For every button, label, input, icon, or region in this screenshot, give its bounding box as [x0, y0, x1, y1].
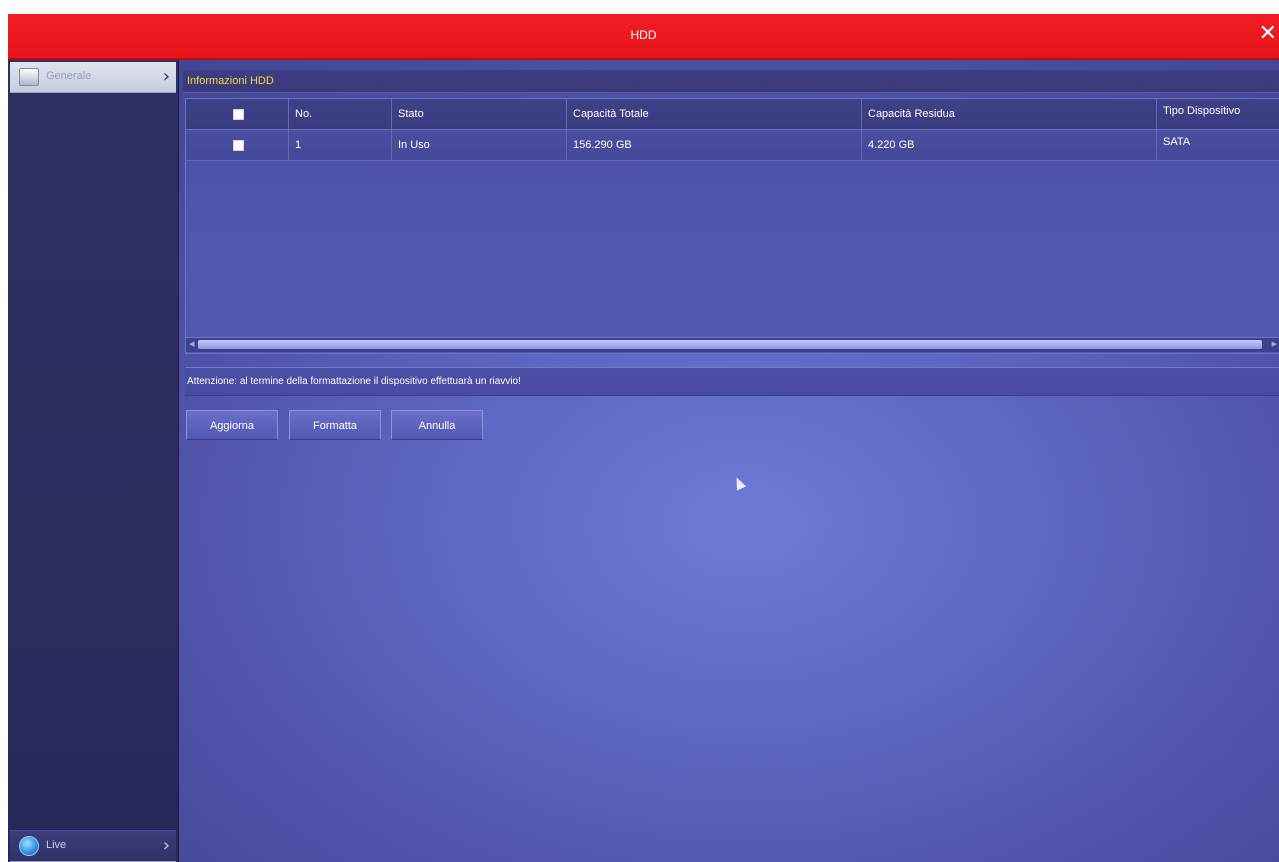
cell-capacita-residua: 4.220 GB [862, 130, 1157, 160]
sidebar-item-generale[interactable]: Generale › [10, 62, 176, 93]
column-header: Tipo Dispositivo [1163, 105, 1241, 117]
header-no: No. [289, 99, 392, 129]
hdd-table: No. Stato Capacità Totale Capacità Resid… [185, 98, 1279, 354]
table-row[interactable]: 1 In Uso 156.290 GB 4.220 GB SATA [186, 130, 1279, 161]
column-header: Stato [398, 108, 424, 120]
hdd-window: HDD ✕ Generale › Live › Informazioni HDD… [8, 14, 1279, 862]
cell-tipo: SATA [1157, 130, 1279, 160]
header-capacita-totale: Capacità Totale [567, 99, 862, 129]
close-icon[interactable]: ✕ [1259, 20, 1277, 48]
sidebar-item-label: Generale [46, 70, 92, 82]
section-header: Informazioni HDD [183, 70, 1279, 93]
section-title: Informazioni HDD [187, 75, 274, 87]
cell-value: 156.290 GB [573, 139, 632, 151]
cell-value: SATA [1163, 136, 1191, 148]
header-tipo-dispositivo: Tipo Dispositivo [1157, 99, 1279, 129]
format-button[interactable]: Formatta [289, 410, 381, 440]
cell-no: 1 [289, 130, 392, 160]
window-title: HDD [630, 28, 657, 42]
header-stato: Stato [392, 99, 567, 129]
header-capacita-residua: Capacità Residua [862, 99, 1157, 129]
chevron-right-icon: › [162, 66, 170, 87]
row-select[interactable] [186, 130, 289, 160]
cancel-button[interactable]: Annulla [391, 410, 483, 440]
cell-capacita-totale: 156.290 GB [567, 130, 862, 160]
live-view-icon [19, 836, 39, 856]
scroll-right-icon[interactable]: ▶ [1272, 340, 1277, 348]
title-bar: HDD ✕ [8, 14, 1279, 60]
sidebar-item-label: Live [46, 839, 67, 851]
column-header: Capacità Totale [573, 108, 649, 120]
format-warning: Attenzione: al termine della formattazio… [185, 367, 1279, 396]
scroll-left-icon[interactable]: ◀ [189, 340, 194, 348]
sidebar: Generale › Live › [8, 60, 179, 862]
row-checkbox[interactable] [233, 140, 244, 151]
horizontal-scrollbar[interactable]: ◀ ▶ [186, 337, 1279, 352]
mouse-cursor-icon [731, 475, 747, 491]
refresh-button[interactable]: Aggiorna [186, 410, 278, 440]
settings-panel-icon [19, 68, 39, 86]
cell-value: 4.220 GB [868, 139, 915, 151]
column-header: Capacità Residua [868, 108, 955, 120]
select-all-checkbox[interactable] [233, 109, 244, 120]
cell-stato: In Uso [392, 130, 567, 160]
scrollbar-thumb[interactable] [198, 340, 1262, 349]
column-header: No. [295, 108, 313, 120]
cell-value: 1 [295, 139, 302, 151]
chevron-right-icon: › [162, 835, 170, 856]
table-header: No. Stato Capacità Totale Capacità Resid… [186, 99, 1279, 130]
sidebar-item-live[interactable]: Live › [10, 830, 176, 862]
cell-value: In Uso [398, 139, 430, 151]
header-select-all[interactable] [186, 99, 289, 129]
warning-text: Attenzione: al termine della formattazio… [187, 376, 521, 387]
